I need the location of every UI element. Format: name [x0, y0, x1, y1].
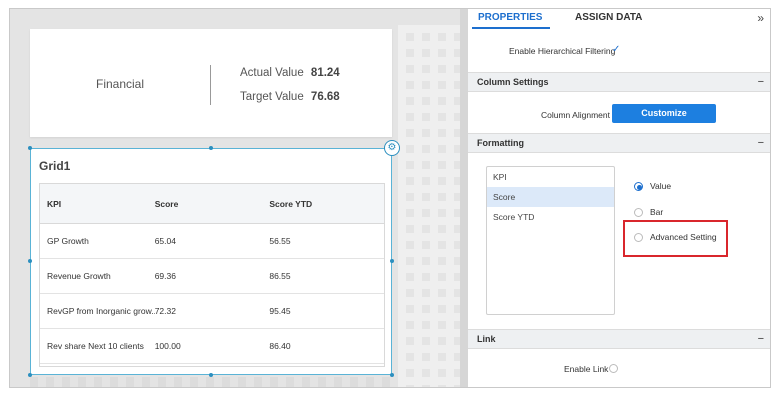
table-cell: GP Growth [47, 236, 89, 246]
actual-value: 81.24 [310, 67, 340, 79]
actual-value-metric: Actual Value 81.24 [240, 67, 340, 79]
table-row[interactable]: RevGP from Inorganic grow... 72.32 95.45 [40, 294, 384, 329]
table-cell: 69.36 [154, 271, 176, 281]
grid-table: KPI Score Score YTD GP Growth 65.04 56.5… [39, 183, 385, 367]
table-header: KPI Score Score YTD [40, 184, 384, 224]
collapse-minus-icon[interactable]: − [758, 330, 764, 348]
resize-handle[interactable] [209, 146, 213, 150]
table-row[interactable]: Rev share Next 10 clients 100.00 86.40 [40, 329, 384, 364]
table-cell: 100.00 [154, 341, 181, 351]
list-item[interactable]: KPI [487, 167, 614, 187]
hierarchical-filtering-label: Enable Hierarchical Filtering [509, 46, 616, 56]
target-value-label: Target Value [240, 91, 304, 103]
target-value: 76.68 [310, 91, 340, 103]
enable-link-toggle[interactable] [609, 364, 618, 373]
dashboard-canvas: Financial Actual Value 81.24 Target Valu… [10, 9, 460, 387]
table-cell: Rev share Next 10 clients [47, 341, 144, 351]
app-frame: Financial Actual Value 81.24 Target Valu… [9, 8, 771, 388]
list-item[interactable]: Score [487, 187, 614, 207]
double-chevron-right-icon[interactable]: » [757, 11, 764, 25]
kpi-divider [210, 65, 211, 105]
enable-link-label: Enable Link [564, 364, 609, 374]
tab-properties[interactable]: PROPERTIES [478, 12, 542, 23]
column-header-score[interactable]: Score [155, 199, 270, 209]
column-header-score-ytd[interactable]: Score YTD [269, 199, 384, 209]
canvas-grid-pattern [398, 25, 460, 387]
table-cell: 65.04 [154, 236, 176, 246]
radio-bar[interactable]: Bar [634, 207, 664, 218]
customize-button[interactable]: Customize [612, 104, 716, 123]
section-title: Column Settings [477, 77, 549, 87]
section-link[interactable]: Link − [468, 329, 770, 349]
hierarchical-filtering-checkbox-check-icon[interactable]: ✓ [612, 44, 620, 55]
canvas-grid-pattern-bottom [30, 377, 398, 387]
active-tab-indicator [472, 27, 550, 29]
resize-handle[interactable] [390, 373, 394, 377]
column-alignment-label: Column Alignment [541, 110, 610, 120]
resize-handle[interactable] [28, 146, 32, 150]
panel-tabs: PROPERTIES ASSIGN DATA » [468, 9, 770, 29]
resize-handle[interactable] [28, 259, 32, 263]
financial-kpi-card[interactable]: Financial Actual Value 81.24 Target Valu… [30, 29, 392, 137]
table-cell: 86.40 [269, 341, 291, 351]
panel-splitter[interactable] [460, 9, 468, 387]
table-cell: Revenue Growth [47, 271, 111, 281]
table-cell: 56.55 [269, 236, 291, 246]
target-value-metric: Target Value 76.68 [240, 91, 340, 103]
grid-title: Grid1 [39, 159, 71, 173]
annotation-highlight-box [623, 220, 728, 257]
tab-assign-data[interactable]: ASSIGN DATA [575, 12, 642, 23]
resize-handle[interactable] [390, 259, 394, 263]
collapse-minus-icon[interactable]: − [758, 73, 764, 91]
radio-value[interactable]: Value [634, 181, 672, 192]
section-formatting[interactable]: Formatting − [468, 133, 770, 153]
table-cell: RevGP from Inorganic grow... [47, 306, 155, 316]
table-row[interactable]: GP Growth 65.04 56.55 [40, 224, 384, 259]
resize-handle[interactable] [209, 373, 213, 377]
section-title: Formatting [477, 138, 524, 148]
table-cell: 95.45 [269, 306, 291, 316]
radio-label: Value [650, 181, 672, 191]
column-header-kpi[interactable]: KPI [40, 199, 155, 209]
collapse-minus-icon[interactable]: − [758, 134, 764, 152]
properties-panel: PROPERTIES ASSIGN DATA » Enable Hierarch… [468, 9, 770, 387]
table-cell: 86.55 [269, 271, 291, 281]
section-title: Link [477, 334, 496, 344]
table-cell: 72.32 [154, 306, 176, 316]
radio-button[interactable] [634, 208, 643, 218]
formatting-column-list: KPI Score Score YTD [486, 166, 615, 315]
section-column-settings[interactable]: Column Settings − [468, 72, 770, 92]
widget-settings-gear-icon[interactable]: ⚙ [384, 140, 400, 156]
resize-handle[interactable] [28, 373, 32, 377]
radio-label: Bar [650, 207, 664, 217]
radio-button-selected[interactable] [634, 182, 643, 192]
list-item[interactable]: Score YTD [487, 207, 614, 227]
actual-value-label: Actual Value [240, 67, 304, 79]
kpi-label: Financial [95, 77, 145, 91]
table-row[interactable]: Revenue Growth 69.36 86.55 [40, 259, 384, 294]
grid-widget[interactable]: Grid1 KPI Score Score YTD GP Growth 65.0… [30, 148, 392, 375]
